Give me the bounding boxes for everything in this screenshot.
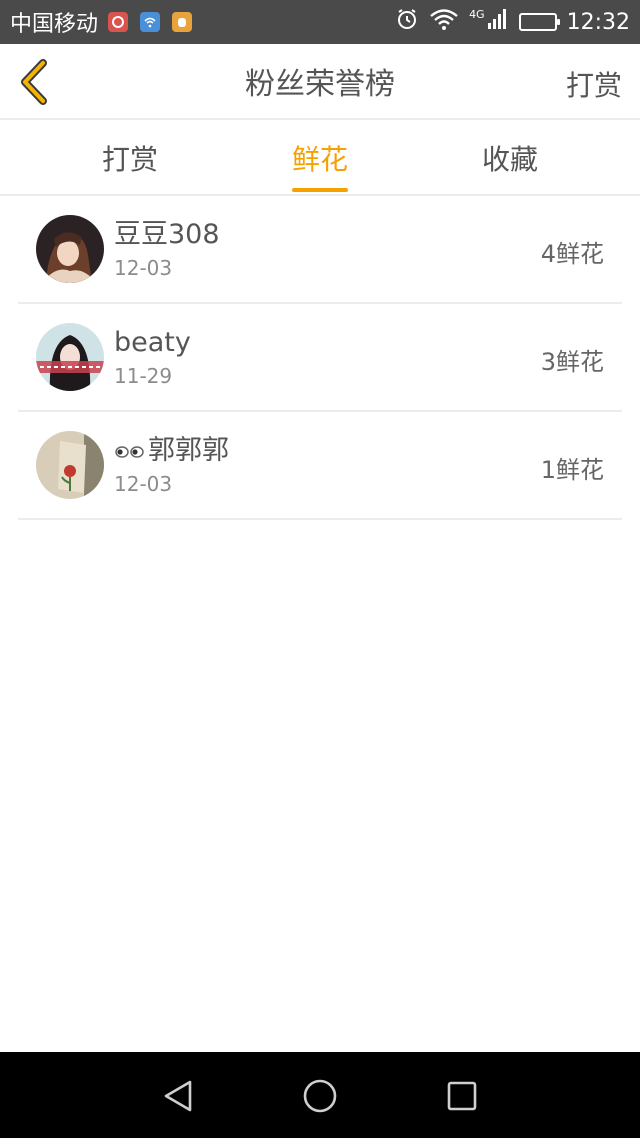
fan-name: beaty	[114, 327, 191, 358]
tab-bar: 打赏 鲜花 收藏	[0, 120, 640, 196]
list-item[interactable]: 郭郭郭 12-03 1鲜花	[18, 412, 622, 520]
clock-label: 12:32	[566, 9, 630, 35]
tab-label: 收藏	[481, 143, 538, 176]
notification-wifi-app-icon	[140, 12, 161, 32]
alarm-icon	[395, 7, 419, 37]
chevron-left-icon	[21, 59, 47, 105]
fan-info: 豆豆308 12-03	[114, 218, 220, 280]
carrier-label: 中国移动	[10, 12, 99, 37]
square-recents-icon[interactable]	[444, 1078, 480, 1114]
reward-button[interactable]: 打赏	[566, 64, 622, 104]
system-nav-bar	[0, 1052, 640, 1138]
notification-app-icon	[108, 12, 129, 32]
app-header: 粉丝荣誉榜 打赏	[0, 44, 640, 120]
circle-home-icon[interactable]	[302, 1078, 338, 1114]
flower-count: 4鲜花	[540, 240, 604, 268]
eyes-emoji-icon	[115, 446, 144, 458]
tab-label: 鲜花	[291, 143, 348, 176]
back-button[interactable]	[14, 58, 54, 106]
fan-name: 郭郭郭	[148, 435, 229, 466]
active-tab-indicator	[292, 188, 348, 192]
wifi-icon	[429, 7, 459, 37]
tab-favorites[interactable]: 收藏	[430, 120, 590, 196]
signal-icon	[487, 8, 509, 36]
fan-name-row: 郭郭郭	[114, 434, 229, 468]
fan-list: 豆豆308 12-03 4鲜花 beaty 11-29 3鲜花 郭郭郭 12-0…	[18, 196, 622, 520]
notification-hand-app-icon	[172, 12, 193, 32]
avatar[interactable]	[36, 431, 104, 499]
network-type-label: 4G	[469, 7, 485, 21]
avatar[interactable]	[36, 215, 104, 283]
screen: 中国移动 4G 12:32 粉丝荣誉榜 打赏 打赏 鲜花 收藏 豆豆308 12…	[0, 0, 640, 1138]
list-item[interactable]: beaty 11-29 3鲜花	[18, 304, 622, 412]
flower-count: 1鲜花	[540, 456, 604, 484]
triangle-back-icon[interactable]	[160, 1078, 196, 1114]
tab-label: 打赏	[101, 143, 158, 176]
fan-info: 郭郭郭 12-03	[114, 434, 229, 496]
flower-count: 3鲜花	[540, 348, 604, 376]
battery-icon	[518, 13, 560, 31]
fan-date: 12-03	[114, 256, 173, 280]
fan-date: 12-03	[114, 472, 173, 496]
status-left: 中国移动	[10, 6, 204, 38]
avatar[interactable]	[36, 323, 104, 391]
fan-date: 11-29	[114, 364, 173, 388]
status-right: 4G 12:32	[385, 7, 630, 37]
status-bar: 中国移动 4G 12:32	[0, 0, 640, 44]
tab-flowers[interactable]: 鲜花	[240, 120, 400, 196]
page-title: 粉丝荣誉榜	[245, 67, 395, 102]
tab-reward[interactable]: 打赏	[50, 120, 210, 196]
list-item[interactable]: 豆豆308 12-03 4鲜花	[18, 196, 622, 304]
fan-info: beaty 11-29	[114, 326, 191, 388]
fan-name: 豆豆308	[114, 219, 220, 250]
